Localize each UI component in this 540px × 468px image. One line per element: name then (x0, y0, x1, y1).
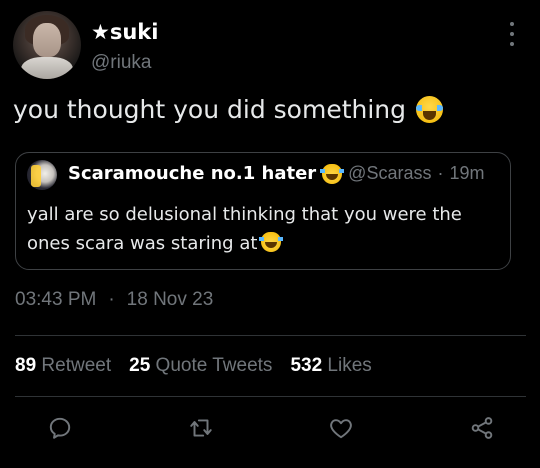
tweet-timestamp[interactable]: 03:43 PM · 18 Nov 23 (15, 289, 213, 311)
retweets-stat[interactable]: 89 Retweet (15, 355, 111, 377)
quoted-author-avatar[interactable] (27, 160, 57, 190)
share-icon (471, 417, 493, 439)
tweet-text-content: you thought you did something (13, 95, 407, 124)
likes-label: Likes (327, 355, 372, 376)
tweet-text: you thought you did something (13, 95, 444, 124)
timestamp-separator: · (108, 289, 115, 310)
laughing-face-icon (320, 163, 345, 184)
retweet-button[interactable] (183, 410, 219, 446)
tweet-time: 03:43 PM (15, 289, 97, 310)
divider (15, 396, 526, 397)
author-avatar[interactable] (13, 11, 81, 79)
reply-icon (49, 417, 71, 439)
quoted-time-ago: 19m (449, 163, 485, 183)
divider (15, 335, 526, 336)
retweets-count: 89 (15, 355, 37, 376)
likes-count: 532 (290, 355, 323, 376)
quote-tweets-count: 25 (129, 355, 151, 376)
reply-button[interactable] (42, 410, 78, 446)
likes-stat[interactable]: 532 Likes (290, 355, 371, 377)
retweets-label: Retweet (41, 355, 112, 376)
author-display-name[interactable]: ★suki (91, 20, 158, 44)
quoted-tweet-header: Scaramouche no.1 hater @Scarass · 19m (68, 163, 484, 184)
quoted-tweet-text: yall are so delusional thinking that you… (27, 200, 497, 258)
like-icon (330, 419, 352, 439)
tweet-date: 18 Nov 23 (126, 289, 214, 310)
laughing-face-icon (259, 232, 284, 252)
quote-tweets-stat[interactable]: 25 Quote Tweets (129, 355, 272, 377)
like-button[interactable] (323, 410, 359, 446)
quoted-separator: · (437, 163, 444, 183)
quote-tweets-label: Quote Tweets (155, 355, 273, 376)
quoted-author-handle[interactable]: @Scarass (348, 163, 431, 184)
loudly-crying-face-icon (416, 96, 444, 123)
tweet-action-bar (0, 410, 540, 450)
quoted-tweet-text-content: yall are so delusional thinking that you… (27, 204, 462, 254)
author-handle[interactable]: @riuka (91, 52, 151, 74)
retweet-icon (190, 419, 212, 437)
share-button[interactable] (464, 410, 500, 446)
engagement-stats: 89 Retweet 25 Quote Tweets 532 Likes (15, 355, 372, 377)
quoted-author-display-name[interactable]: Scaramouche no.1 hater (68, 163, 316, 184)
more-options-icon[interactable] (508, 22, 516, 46)
